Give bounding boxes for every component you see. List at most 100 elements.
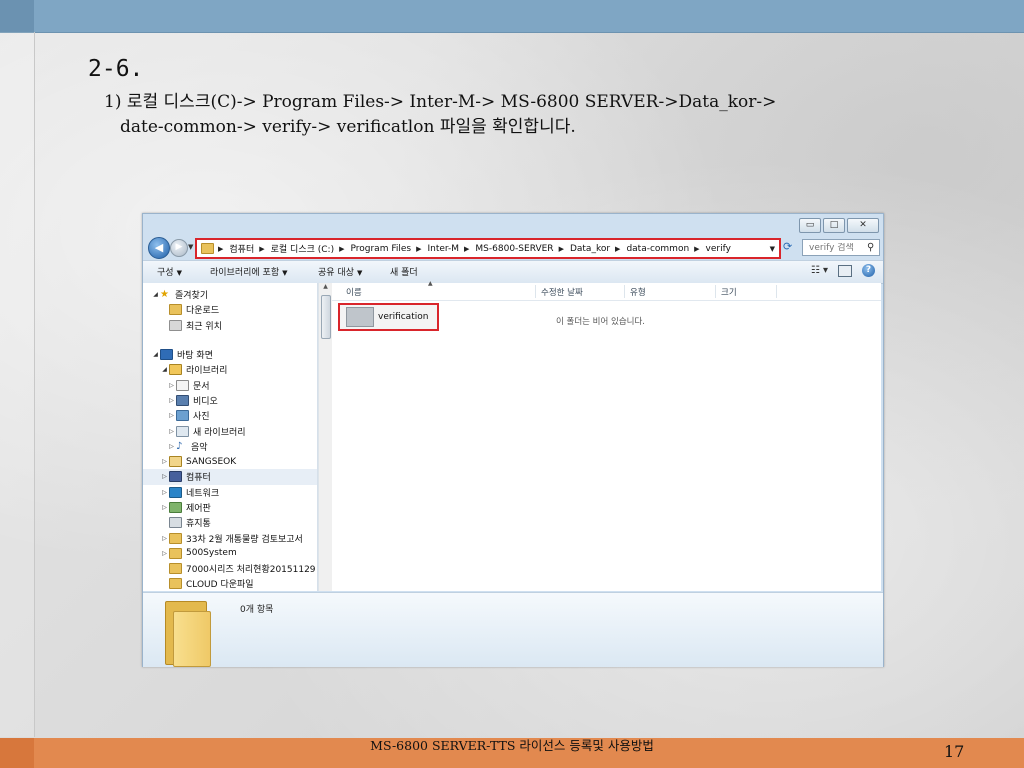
new-folder-button[interactable]: 새 폴더: [390, 265, 418, 278]
instruction-line-2: date-common-> verify-> verificatlon 파일을 …: [120, 117, 576, 137]
tree-item-recent-places[interactable]: 최근 위치: [143, 318, 317, 333]
close-icon[interactable]: ✕: [847, 218, 879, 233]
slide-instructions: 1) 로컬 디스크(C)-> Program Files-> Inter-M->…: [104, 90, 904, 140]
control-panel-icon: [169, 502, 182, 513]
breadcrumb-item[interactable]: 컴퓨터 ▶: [229, 242, 270, 256]
refresh-icon[interactable]: ⟳: [783, 240, 792, 253]
search-input[interactable]: [803, 242, 867, 253]
page-number: 17: [944, 742, 965, 761]
item-count: 0개 항목: [240, 605, 274, 615]
folder-icon: [169, 532, 182, 544]
file-name: verification: [378, 312, 429, 322]
tree-item-folder[interactable]: ▷ 500System: [143, 546, 317, 561]
new-library-icon: [176, 425, 189, 437]
breadcrumb-item[interactable]: Program Files ▶: [350, 244, 427, 254]
column-header-name[interactable]: 이름: [346, 286, 362, 298]
organize-button[interactable]: 구성 ▼: [157, 265, 182, 278]
breadcrumb-item[interactable]: data-common ▶: [626, 244, 705, 254]
column-header-size[interactable]: 크기: [721, 286, 737, 298]
instruction-line-1: 1) 로컬 디스크(C)-> Program Files-> Inter-M->…: [104, 92, 777, 112]
column-header-row: ▲ 이름 수정한 날짜 유형 크기: [332, 280, 881, 301]
share-with-button[interactable]: 공유 대상 ▼: [318, 265, 362, 278]
downloads-folder-icon: [169, 304, 182, 316]
tree-item-pictures[interactable]: ▷ 사진: [143, 408, 317, 423]
tree-item-folder[interactable]: ▷ 33차 2월 개통물량 검토보고서: [143, 530, 317, 545]
folder-icon: [169, 547, 182, 559]
videos-icon: [176, 394, 189, 406]
empty-folder-message: 이 폴더는 비어 있습니다.: [556, 317, 646, 327]
include-in-library-button[interactable]: 라이브러리에 포함 ▼: [210, 265, 288, 278]
documents-icon: [176, 379, 189, 391]
history-dropdown-icon[interactable]: ▼: [188, 243, 193, 251]
tree-item-user[interactable]: ▷ SANGSEOK: [143, 454, 317, 469]
file-icon: [346, 307, 374, 327]
minimize-icon[interactable]: ▭: [799, 218, 821, 233]
navigation-scrollbar[interactable]: ▲: [318, 283, 332, 591]
breadcrumb-root-separator[interactable]: ▶: [218, 245, 229, 253]
forward-arrow-icon[interactable]: ▶: [170, 239, 188, 257]
address-dropdown-icon[interactable]: ▼: [770, 245, 775, 253]
column-header-type[interactable]: 유형: [630, 286, 646, 298]
navigation-bar: ◀ ▶ ▼ ▶ 컴퓨터 ▶ 로컬 디스크 (C:) ▶ Program Files ▶…: [145, 236, 880, 260]
tree-item-desktop[interactable]: ◢ 바탕 화면: [143, 347, 317, 362]
address-folder-icon: [201, 243, 214, 254]
footer-title: MS-6800 SERVER-TTS 라이선스 등록및 사용방법: [370, 738, 654, 753]
slide-heading: 2-6.: [88, 56, 144, 82]
tree-item-folder[interactable]: CLOUD 다운파일: [143, 576, 317, 591]
tree-item-videos[interactable]: ▷ 비디오: [143, 393, 317, 408]
navigation-pane: ◢ ★ 즐겨찾기 다운로드 최근 위치 ◢ 바탕 화면 ◢ 라이브러리 ▷ 문서 ▷ 비디오…: [143, 283, 318, 591]
tree-item-network[interactable]: ▷ 네트워크: [143, 485, 317, 500]
tree-item-libraries[interactable]: ◢ 라이브러리: [143, 362, 317, 377]
scrollbar-thumb[interactable]: [321, 295, 331, 339]
breadcrumb-item[interactable]: Data_kor ▶: [570, 244, 626, 254]
pictures-icon: [176, 410, 189, 422]
column-divider[interactable]: [624, 285, 625, 298]
top-left-accent: [0, 0, 34, 32]
search-box[interactable]: ⚲: [802, 239, 880, 256]
scroll-up-icon[interactable]: ▲: [319, 283, 332, 293]
folder-icon: [169, 578, 182, 590]
breadcrumb-item[interactable]: Inter-M ▶: [427, 244, 475, 254]
file-list-pane: ▲ 이름 수정한 날짜 유형 크기 verification 이 폴더는 비어 …: [332, 280, 881, 591]
library-icon: [169, 364, 182, 376]
navigation-tree: ◢ ★ 즐겨찾기 다운로드 최근 위치 ◢ 바탕 화면 ◢ 라이브러리 ▷ 문서 ▷ 비디오…: [143, 283, 317, 592]
tree-item-new-library[interactable]: ▷ 새 라이브러리: [143, 423, 317, 438]
maximize-icon[interactable]: □: [823, 218, 845, 233]
breadcrumb-item[interactable]: 로컬 디스크 (C:) ▶: [271, 242, 351, 256]
change-view-icon[interactable]: ☷ ▾: [811, 265, 828, 276]
chevron-down-icon: ▼: [356, 269, 363, 277]
left-margin-strip: [0, 32, 35, 737]
chevron-down-icon: ▼: [282, 269, 288, 277]
chevron-down-icon: ▼: [176, 269, 182, 277]
tree-item-recycle-bin[interactable]: 휴지통: [143, 515, 317, 530]
tree-item-control-panel[interactable]: ▷ 제어판: [143, 500, 317, 515]
sort-ascending-icon: ▲: [428, 280, 433, 287]
explorer-window: ▭ □ ✕ ◀ ▶ ▼ ▶ 컴퓨터 ▶ 로컬 디스크 (C:) ▶ Program …: [142, 213, 884, 667]
footer-left-accent: [0, 738, 34, 768]
breadcrumb-item[interactable]: MS-6800-SERVER ▶: [475, 244, 570, 254]
back-arrow-icon[interactable]: ◀: [148, 237, 170, 259]
preview-pane-icon[interactable]: [838, 264, 852, 277]
search-icon[interactable]: ⚲: [867, 242, 874, 253]
tree-item-computer[interactable]: ▷ 컴퓨터: [143, 469, 317, 485]
column-header-modified[interactable]: 수정한 날짜: [541, 286, 583, 298]
tree-item-folder[interactable]: 7000시리즈 처리현황20151129: [143, 561, 317, 576]
folder-icon: [169, 563, 182, 575]
help-icon[interactable]: ?: [862, 264, 875, 277]
top-decorative-band: [0, 0, 1024, 33]
computer-icon: [169, 471, 182, 483]
window-controls: ▭ □ ✕: [799, 218, 879, 233]
column-divider[interactable]: [776, 285, 777, 298]
column-divider[interactable]: [715, 285, 716, 298]
details-pane: 0개 항목: [143, 592, 883, 667]
tree-item-music[interactable]: ▷ ♪ 음악: [143, 439, 317, 454]
tree-item-downloads[interactable]: 다운로드: [143, 302, 317, 317]
tree-item-documents[interactable]: ▷ 문서: [143, 377, 317, 392]
file-item-verification[interactable]: verification: [338, 303, 439, 331]
recent-places-icon: [169, 319, 182, 331]
address-bar[interactable]: ▶ 컴퓨터 ▶ 로컬 디스크 (C:) ▶ Program Files ▶ Inter…: [195, 238, 781, 259]
breadcrumb-item[interactable]: verify: [706, 244, 731, 254]
column-divider[interactable]: [535, 285, 536, 298]
star-icon: ★: [160, 288, 169, 300]
tree-item-favorites[interactable]: ◢ ★ 즐겨찾기: [143, 287, 317, 302]
